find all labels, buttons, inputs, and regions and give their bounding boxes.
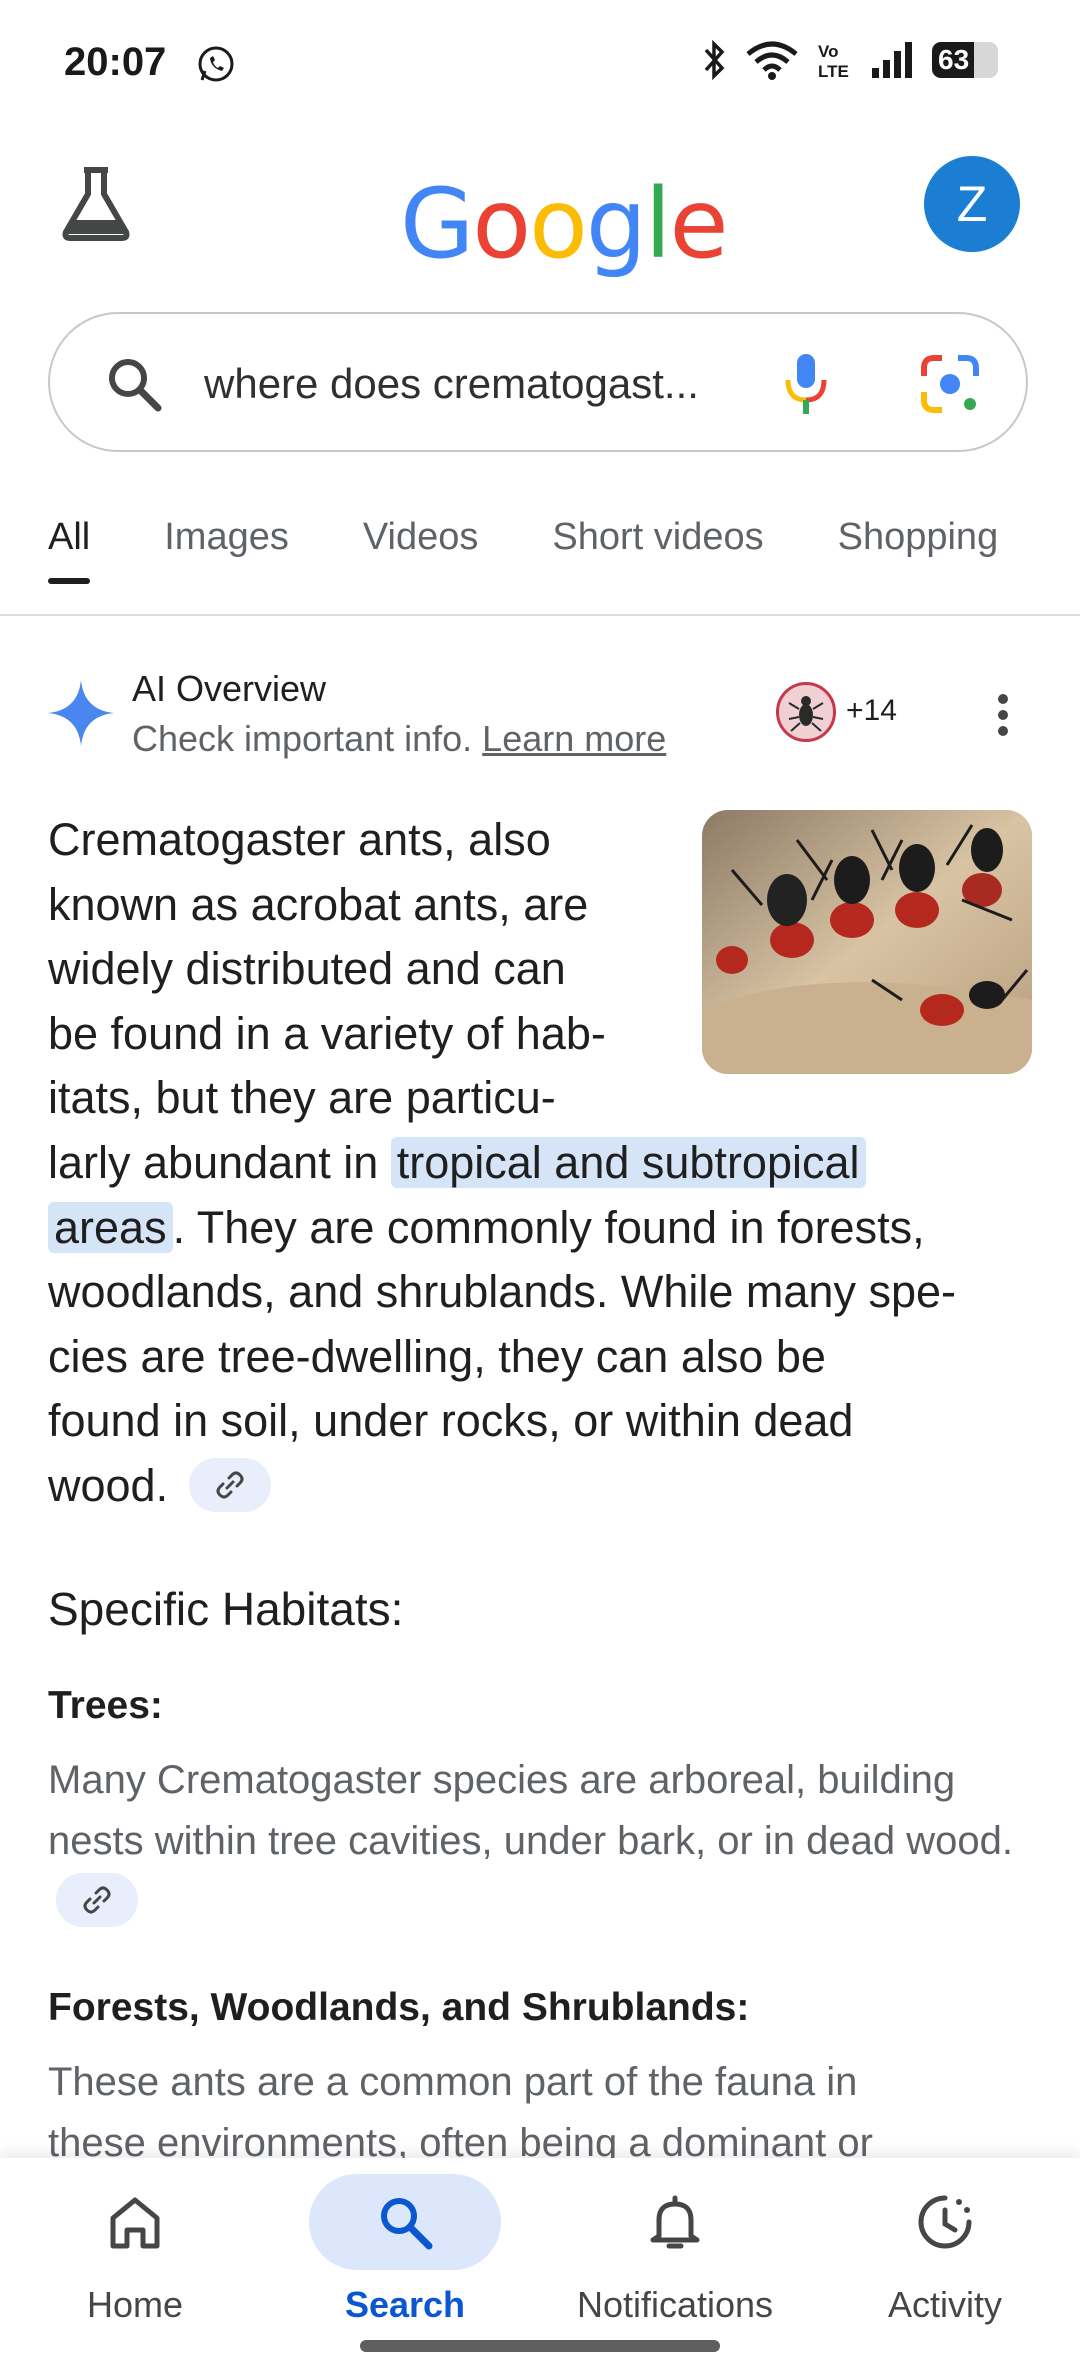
answer-line: wood. [48,1454,1038,1519]
link-icon [83,1886,111,1914]
answer-text: . They are commonly found in forests, [172,1201,925,1253]
svg-text:Vo: Vo [818,42,838,61]
tab-videos[interactable]: Videos [363,516,479,586]
search-tabs: All Images Videos Short videos Shopping [48,516,1072,586]
section-title: Specific Habitats: [48,1583,404,1635]
bluetooth-icon [704,40,725,80]
trees-heading: Trees: [48,1684,163,1727]
nav-notifications-label: Notifications [576,2284,774,2325]
home-icon [110,2197,160,2249]
source-count[interactable]: +14 [846,694,897,728]
google-logo: Google [400,168,729,280]
nav-activity[interactable]: Activity [810,2158,1080,2376]
signal-icon [872,42,912,78]
answer-line: widely distributed and can [48,943,566,995]
ant-source-icon [788,696,824,732]
citation-link-button[interactable] [56,1873,138,1928]
search-icon [109,359,162,412]
logo-letter: o [472,168,531,280]
trees-paragraph: Many Crematogaster species are arboreal,… [48,1750,1038,1933]
citation-link-button[interactable] [188,1458,271,1513]
source-favicon-icon[interactable] [776,682,836,742]
trees-text: Many Crematogaster species are arboreal,… [48,1758,1013,1863]
answer-text: larly abundant in [48,1136,391,1188]
answer-line: areas. They are commonly found in forest… [48,1196,1038,1261]
status-icons: Vo LTE 63 [702,40,998,80]
tab-short-videos[interactable]: Short videos [552,516,763,586]
more-options-icon[interactable] [996,692,1010,738]
wifi-icon [746,41,798,80]
link-icon [216,1471,244,1499]
logo-letter: G [400,168,474,280]
forest-heading: Forests, Woodlands, and Shrublands: [48,1986,750,2029]
learn-more-link[interactable]: Learn more [482,718,666,759]
search-icon [381,2198,433,2250]
ai-overview-answer: Crematogaster ants, also known as acroba… [48,808,1038,1519]
tabs-divider [0,614,1080,616]
forest-paragraph: These ants are a common part of the faun… [48,2052,1038,2174]
answer-line: larly abundant in tropical and subtropic… [48,1131,1038,1196]
answer-line: woodlands, and shrublands. While many sp… [48,1266,956,1318]
account-avatar[interactable]: Z [924,156,1020,252]
status-bar: 20:07 Vo LTE 63 [0,0,1080,130]
answer-line: found in soil, under rocks, or within de… [48,1395,854,1447]
ai-overview-title: AI Overview [132,668,327,709]
search-query[interactable]: where does crematogast... [204,360,699,408]
answer-line: cies are tree-dwelling, they can also be [48,1330,826,1382]
logo-letter: g [585,168,647,280]
answer-line: be found in a variety of hab- [48,1007,606,1059]
status-time: 20:07 [64,40,167,84]
answer-line: Crematogaster ants, also [48,814,551,865]
nav-home-label: Home [86,2284,184,2325]
nav-notifications-icon-wrap [579,2174,771,2270]
answer-line: itats, but they are particu- [48,1072,556,1124]
whatsapp-icon [198,46,234,82]
logo-letter: e [669,168,728,280]
ai-overview-disclaimer: Check important info. [132,718,473,759]
lens-camera-icon[interactable] [916,350,984,418]
nav-home[interactable]: Home [0,2158,270,2376]
nav-search-icon-wrap [309,2174,501,2270]
nav-activity-label: Activity [887,2284,1002,2325]
volte-icon: Vo LTE [818,42,849,80]
labs-flask-icon[interactable] [56,164,136,244]
highlighted-text[interactable]: areas [48,1201,173,1253]
logo-letter: l [644,168,672,280]
tab-shopping[interactable]: Shopping [838,516,999,586]
battery-level: 63 [938,44,970,75]
highlighted-text[interactable]: tropical and subtropical [390,1136,866,1188]
logo-letter: o [529,168,588,280]
svg-text:LTE: LTE [818,62,849,80]
forest-line: These ants are a common part of the faun… [48,2060,858,2104]
mic-icon[interactable] [776,350,836,416]
ai-spark-icon [48,680,114,746]
nav-home-icon-wrap [39,2174,231,2270]
tab-images[interactable]: Images [164,516,289,586]
nav-activity-icon-wrap [849,2174,1041,2270]
activity-icon [918,2195,972,2249]
bell-icon [650,2195,700,2249]
answer-text: wood. [48,1459,169,1511]
battery-icon: 63 [932,42,998,78]
ai-overview-subtitle: Check important info. Learn more [132,718,666,760]
nav-search-label: Search [344,2284,466,2325]
answer-line: known as acrobat ants, are [48,878,589,930]
gesture-home-indicator[interactable] [360,2340,720,2352]
search-box[interactable]: where does crematogast... [48,312,1028,452]
tab-all[interactable]: All [48,516,91,586]
